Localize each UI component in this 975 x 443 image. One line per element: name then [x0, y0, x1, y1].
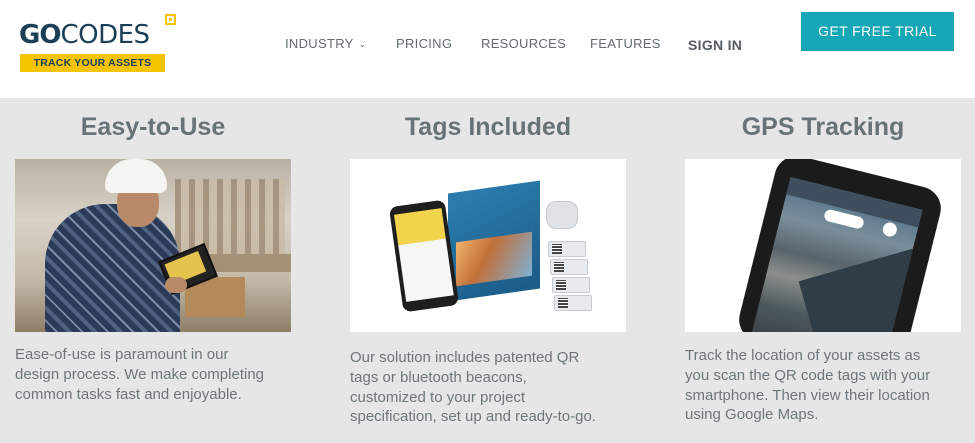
site-header: GOCODES TRACK YOUR ASSETS INDUSTRY ⌄ PRIC… [0, 0, 975, 98]
logo-wordmark: GOCODES [19, 20, 150, 50]
logo-qr-square-icon [165, 14, 176, 25]
nav-item-industry[interactable]: INDUSTRY ⌄ [285, 36, 366, 53]
nav-item-features[interactable]: FEATURES [590, 36, 661, 52]
nav-item-resources[interactable]: RESOURCES [481, 36, 566, 52]
feature-text-easy-to-use: Ease-of-use is paramount in our design p… [15, 346, 265, 403]
nav-item-pricing[interactable]: PRICING [396, 36, 452, 52]
logo-word-go: GO [19, 20, 61, 50]
feature-text-gps-tracking: Track the location of your assets as you… [685, 347, 931, 424]
gocodes-logo[interactable]: GOCODES TRACK YOUR ASSETS [19, 14, 177, 74]
logo-tagline: TRACK YOUR ASSETS [20, 54, 165, 72]
feature-title-gps-tracking: GPS Tracking [741, 113, 905, 141]
chevron-down-icon: ⌄ [358, 39, 367, 49]
worker-using-tablet-photo [15, 159, 291, 332]
logo-word-codes: CODES [60, 20, 150, 50]
qr-tags-and-welcome-kit-photo [350, 159, 626, 332]
get-free-trial-button[interactable]: GET FREE TRIAL [801, 12, 954, 51]
smartphone-map-photo [685, 159, 961, 332]
feature-title-easy-to-use: Easy-to-Use [80, 113, 226, 141]
feature-text-tags-included: Our solution includes patented QR tags o… [350, 349, 596, 426]
feature-title-tags-included: Tags Included [404, 113, 572, 141]
nav-item-sign-in[interactable]: SIGN IN [688, 37, 742, 53]
nav-item-label: INDUSTRY [285, 36, 354, 51]
